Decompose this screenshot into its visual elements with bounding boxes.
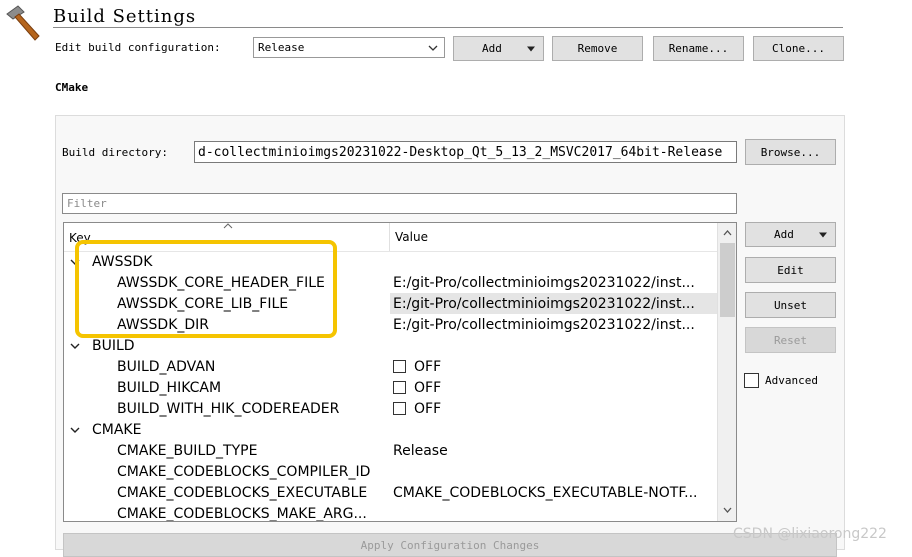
cmake-section-title: CMake bbox=[55, 81, 89, 94]
bool-checkbox[interactable] bbox=[393, 381, 406, 394]
title-divider bbox=[53, 27, 843, 28]
caret-down-icon bbox=[819, 232, 827, 237]
clone-config-button[interactable]: Clone... bbox=[753, 36, 844, 61]
browse-button[interactable]: Browse... bbox=[745, 139, 836, 165]
add-config-button[interactable]: Add bbox=[453, 36, 544, 61]
highlight-annotation bbox=[75, 240, 337, 338]
page-title: Build Settings bbox=[53, 6, 197, 27]
bool-checkbox[interactable] bbox=[393, 360, 406, 373]
advanced-checkbox[interactable] bbox=[744, 373, 759, 388]
table-row[interactable]: BUILD_ADVAN OFF bbox=[64, 356, 717, 377]
rename-config-button[interactable]: Rename... bbox=[653, 36, 744, 61]
row-key: CMAKE_CODEBLOCKS_MAKE_ARG... bbox=[117, 505, 367, 522]
edit-variable-button[interactable]: Edit bbox=[745, 257, 836, 283]
edit-build-config-label: Edit build configuration: bbox=[55, 41, 221, 54]
bool-value-text: OFF bbox=[414, 358, 442, 375]
table-row[interactable]: CMAKE_BUILD_TYPE Release bbox=[64, 440, 717, 461]
reset-variable-button[interactable]: Reset bbox=[745, 327, 836, 353]
tree-group-cmake[interactable]: CMAKE bbox=[64, 419, 717, 440]
unset-variable-button[interactable]: Unset bbox=[745, 292, 836, 318]
add-config-label: Add bbox=[482, 42, 502, 55]
column-divider bbox=[389, 223, 390, 251]
build-directory-label: Build directory: bbox=[62, 146, 168, 159]
table-row[interactable]: CMAKE_CODEBLOCKS_MAKE_ARG... bbox=[64, 503, 717, 522]
row-key: BUILD_HIKCAM bbox=[117, 379, 222, 396]
chevron-down-icon bbox=[70, 427, 80, 433]
table-row[interactable]: BUILD_HIKCAM OFF bbox=[64, 377, 717, 398]
advanced-toggle[interactable]: Advanced bbox=[744, 373, 818, 388]
column-value[interactable]: Value bbox=[395, 230, 428, 244]
hammer-icon bbox=[6, 5, 40, 41]
row-value: OFF bbox=[393, 356, 441, 377]
vertical-scrollbar[interactable] bbox=[717, 223, 736, 521]
caret-down-icon bbox=[527, 46, 535, 51]
advanced-label: Advanced bbox=[765, 374, 818, 387]
row-key: BUILD_ADVAN bbox=[117, 358, 216, 375]
add-variable-label: Add bbox=[774, 228, 794, 241]
row-value: E:/git-Pro/collectminioimgs20231022/inst… bbox=[393, 295, 695, 312]
remove-config-button[interactable]: Remove bbox=[552, 36, 643, 61]
bool-value-text: OFF bbox=[414, 400, 442, 417]
build-directory-input[interactable]: d-collectminioimgs20231022-Desktop_Qt_5_… bbox=[194, 141, 737, 163]
table-row[interactable]: BUILD_WITH_HIK_CODEREADER OFF bbox=[64, 398, 717, 419]
apply-configuration-button[interactable]: Apply Configuration Changes bbox=[63, 533, 837, 557]
row-key: CMAKE_BUILD_TYPE bbox=[117, 442, 258, 459]
chevron-down-icon bbox=[70, 343, 80, 349]
table-row[interactable]: CMAKE_CODEBLOCKS_COMPILER_ID bbox=[64, 461, 717, 482]
build-config-selected: Release bbox=[258, 41, 305, 54]
group-name: BUILD bbox=[92, 337, 135, 354]
sort-indicator-icon bbox=[223, 223, 233, 229]
chevron-down-icon bbox=[428, 45, 438, 51]
row-value: OFF bbox=[393, 398, 441, 419]
scroll-up-icon[interactable] bbox=[723, 230, 732, 236]
tree-group-build[interactable]: BUILD bbox=[64, 335, 717, 356]
group-name: CMAKE bbox=[92, 421, 142, 438]
filter-input[interactable]: Filter bbox=[62, 193, 737, 214]
table-row[interactable]: CMAKE_CODEBLOCKS_EXECUTABLE CMAKE_CODEBL… bbox=[64, 482, 717, 503]
build-directory-value: d-collectminioimgs20231022-Desktop_Qt_5_… bbox=[198, 144, 723, 160]
row-value: OFF bbox=[393, 377, 441, 398]
add-variable-button[interactable]: Add bbox=[745, 222, 836, 247]
row-key: CMAKE_CODEBLOCKS_COMPILER_ID bbox=[117, 463, 371, 480]
watermark-text: CSDN @lixiaorong222 bbox=[733, 526, 887, 542]
row-value: Release bbox=[393, 442, 448, 459]
filter-placeholder: Filter bbox=[67, 197, 107, 210]
row-value: E:/git-Pro/collectminioimgs20231022/inst… bbox=[393, 316, 695, 333]
row-value: E:/git-Pro/collectminioimgs20231022/inst… bbox=[393, 274, 695, 291]
row-key: BUILD_WITH_HIK_CODEREADER bbox=[117, 400, 340, 417]
bool-checkbox[interactable] bbox=[393, 402, 406, 415]
row-key: CMAKE_CODEBLOCKS_EXECUTABLE bbox=[117, 484, 368, 501]
build-config-select[interactable]: Release bbox=[253, 37, 445, 58]
row-value: CMAKE_CODEBLOCKS_EXECUTABLE-NOTF... bbox=[393, 484, 698, 501]
scroll-down-icon[interactable] bbox=[723, 507, 732, 513]
bool-value-text: OFF bbox=[414, 379, 442, 396]
scrollbar-thumb[interactable] bbox=[720, 243, 735, 317]
